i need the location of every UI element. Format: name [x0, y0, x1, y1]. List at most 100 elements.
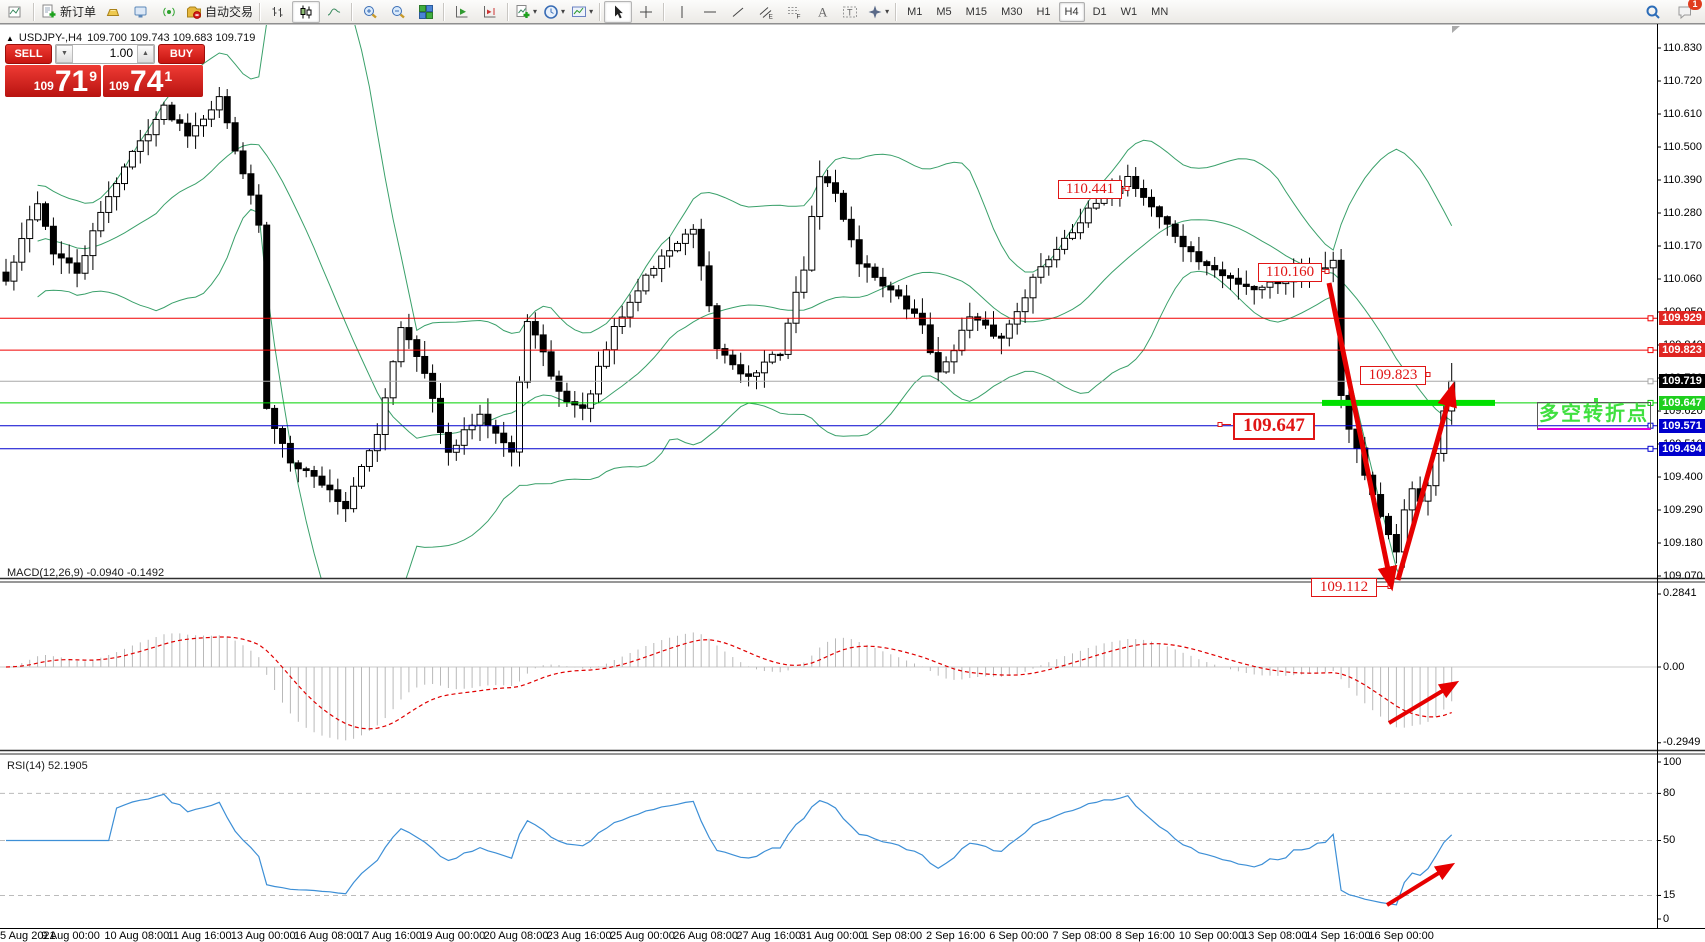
cursor-button[interactable] [604, 1, 632, 23]
timeframe-w1-button[interactable]: W1 [1115, 2, 1144, 22]
chat-button[interactable]: 1 [1671, 1, 1699, 23]
chart-shift-button[interactable] [476, 1, 504, 23]
line-handle[interactable] [1648, 379, 1653, 384]
crosshair-button[interactable] [632, 1, 660, 23]
price-callout-110.441[interactable]: 110.441 [1058, 180, 1122, 199]
templates-button[interactable]: ▾ [568, 1, 596, 23]
timeframe-m1-button[interactable]: M1 [901, 2, 928, 22]
market-watch-gold-button[interactable] [99, 1, 127, 23]
text-label-button[interactable]: T [836, 1, 864, 23]
trendline-button[interactable] [724, 1, 752, 23]
buy-button[interactable]: BUY [158, 44, 205, 64]
trend-arrow-object[interactable] [1329, 283, 1391, 584]
price-line-tag: 109.823 [1659, 343, 1705, 357]
horizontal-line-button[interactable] [696, 1, 724, 23]
search-button[interactable] [1639, 1, 1667, 23]
vertical-line-button[interactable] [668, 1, 696, 23]
volume-increase-button[interactable]: ▲ [137, 45, 154, 63]
line-handle[interactable] [1648, 316, 1653, 321]
price-tick-label: 109.180 [1663, 537, 1705, 549]
time-tick-label: 25 Aug 00:00 [610, 930, 675, 942]
arrows-button[interactable]: ▾ [864, 1, 892, 23]
price-callout-109.647[interactable]: 109.647 [1233, 413, 1315, 440]
timeframe-h4-button[interactable]: H4 [1059, 2, 1085, 22]
rsi-tick-label: 15 [1663, 889, 1705, 901]
chevron-down-icon[interactable]: ▾ [533, 7, 537, 16]
timeframe-m30-button[interactable]: M30 [995, 2, 1028, 22]
volume-spinner: ▼ 1.00 ▲ [55, 44, 155, 64]
macd-tick-label: -0.2949 [1663, 736, 1705, 748]
buy-price-display[interactable]: 109 74 1 [103, 65, 203, 97]
line-chart-button[interactable] [320, 1, 348, 23]
chevron-down-icon[interactable]: ▾ [561, 7, 565, 16]
price-tick-label: 110.390 [1663, 174, 1705, 186]
chart-fragment-button[interactable] [2, 1, 30, 23]
volume-decrease-button[interactable]: ▼ [56, 45, 73, 63]
trend-arrow-object[interactable] [1398, 389, 1452, 580]
price-callout-109.823[interactable]: 109.823 [1360, 366, 1426, 385]
auto-scroll-icon [454, 4, 470, 20]
chevron-down-icon[interactable]: ▾ [885, 7, 889, 16]
support-highlight-bar[interactable] [1322, 400, 1495, 406]
equidistant-channel-button[interactable]: E [752, 1, 780, 23]
candle-chart-button[interactable] [292, 1, 320, 23]
time-tick-label: 6 Sep 00:00 [989, 930, 1048, 942]
text-button[interactable]: A [808, 1, 836, 23]
line-handle[interactable] [1648, 348, 1653, 353]
rsi-panel[interactable] [0, 793, 1657, 904]
price-tick-label: 110.610 [1663, 108, 1705, 120]
time-tick-label: 16 Sep 00:00 [1368, 930, 1433, 942]
zoom-out-button[interactable] [384, 1, 412, 23]
symbol-name: USDJPY-,H4 [19, 32, 82, 44]
price-tick-label: 110.500 [1663, 141, 1705, 153]
autotrading-button[interactable]: 自动交易 [183, 1, 256, 23]
toolbar-right-group: 1 [1639, 1, 1703, 23]
terminal-button[interactable] [127, 1, 155, 23]
time-tick-label: 20 Aug 08:00 [484, 930, 549, 942]
time-tick-label: 7 Sep 08:00 [1052, 930, 1111, 942]
time-tick-label: 1 Sep 08:00 [863, 930, 922, 942]
timeframe-h1-button[interactable]: H1 [1030, 2, 1056, 22]
zoom-out-icon [390, 4, 406, 20]
time-tick-label: 8 Sep 16:00 [1116, 930, 1175, 942]
sell-button[interactable]: SELL [5, 44, 52, 64]
mt4-application-window: 新订单 自动交易 ▾ ▾ ▾ EFAT ▾ M1M5M15M30H1H4D1W1MN 1 ▲ U… [0, 0, 1705, 942]
timeframe-m5-button[interactable]: M5 [930, 2, 957, 22]
annotation-text: 多空转折点 [1539, 403, 1649, 425]
macd-tick-label: 0.00 [1663, 661, 1705, 673]
timeframe-m15-button[interactable]: M15 [960, 2, 993, 22]
fibonacci-button[interactable]: F [780, 1, 808, 23]
buy-price-prefix: 109 [109, 79, 129, 93]
tile-windows-button[interactable] [412, 1, 440, 23]
time-tick-label: 9 Aug 00:00 [41, 930, 100, 942]
price-callout-109.112[interactable]: 109.112 [1311, 578, 1377, 597]
periods-button[interactable]: ▾ [540, 1, 568, 23]
periods-icon [543, 4, 559, 20]
annotation-handle[interactable] [1594, 398, 1598, 402]
time-tick-label: 13 Aug 00:00 [231, 930, 296, 942]
new-chart-button[interactable]: ▾ [512, 1, 540, 23]
chevron-down-icon[interactable]: ▾ [589, 7, 593, 16]
main-price-panel[interactable] [3, 24, 1455, 667]
volume-input[interactable]: 1.00 [73, 45, 137, 63]
price-chart-canvas[interactable] [0, 24, 1705, 942]
chart-window[interactable]: ▲ USDJPY-,H4 109.700 109.743 109.683 109… [0, 24, 1705, 942]
time-axis[interactable]: 5 Aug 20219 Aug 00:0010 Aug 08:0011 Aug … [0, 929, 1705, 942]
new-chart-icon [515, 4, 531, 20]
timeframe-d1-button[interactable]: D1 [1087, 2, 1113, 22]
chart-shift-marker[interactable] [1452, 26, 1460, 33]
zoom-in-button[interactable] [356, 1, 384, 23]
sell-price-display[interactable]: 109 71 9 [5, 65, 101, 97]
new-order-button[interactable]: 新订单 [38, 1, 99, 23]
bar-chart-button[interactable] [264, 1, 292, 23]
timeframe-mn-button[interactable]: MN [1145, 2, 1174, 22]
auto-scroll-button[interactable] [448, 1, 476, 23]
line-handle[interactable] [1648, 446, 1653, 451]
macd-panel[interactable] [0, 632, 1657, 740]
time-tick-label: 31 Aug 00:00 [800, 930, 865, 942]
trend-arrow-object[interactable] [1387, 866, 1450, 905]
collapse-triangle-icon[interactable]: ▲ [6, 34, 14, 43]
annotation-text-object[interactable]: 多空转折点 [1537, 402, 1651, 430]
price-callout-110.160[interactable]: 110.160 [1258, 263, 1322, 282]
signals-button[interactable] [155, 1, 183, 23]
